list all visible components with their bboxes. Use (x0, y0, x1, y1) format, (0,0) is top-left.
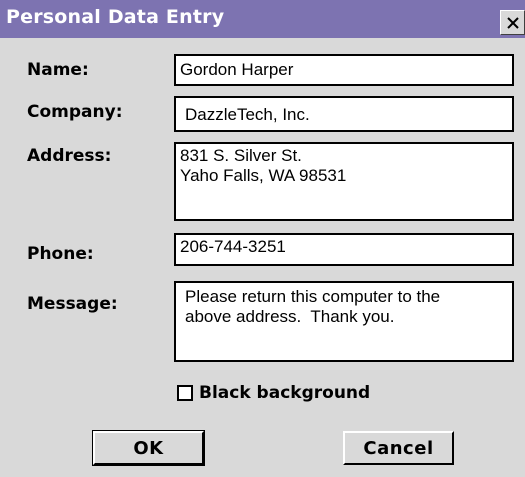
phone-field[interactable]: 206-744-3251 (174, 233, 514, 266)
company-field[interactable]: DazzleTech, Inc. (174, 96, 514, 132)
title-bar[interactable]: Personal Data Entry (0, 0, 525, 38)
phone-label: Phone: (27, 244, 94, 264)
ok-button[interactable]: OK (92, 430, 205, 466)
company-label: Company: (27, 102, 123, 122)
window-title: Personal Data Entry (6, 6, 225, 28)
cancel-button[interactable]: Cancel (343, 431, 454, 465)
name-label: Name: (27, 60, 89, 80)
black-background-option[interactable]: Black background (177, 382, 370, 404)
name-field[interactable]: Gordon Harper (174, 54, 514, 86)
close-button[interactable] (500, 10, 525, 35)
message-label: Message: (27, 294, 118, 314)
black-background-label: Black background (199, 383, 371, 403)
address-label: Address: (27, 146, 112, 166)
personal-data-entry-dialog: Personal Data Entry Name: Gordon Harper … (0, 0, 525, 477)
black-background-checkbox[interactable] (177, 385, 193, 401)
message-field[interactable]: Please return this computer to the above… (174, 281, 514, 362)
address-field[interactable]: 831 S. Silver St. Yaho Falls, WA 98531 (174, 142, 514, 221)
close-icon (506, 16, 520, 30)
